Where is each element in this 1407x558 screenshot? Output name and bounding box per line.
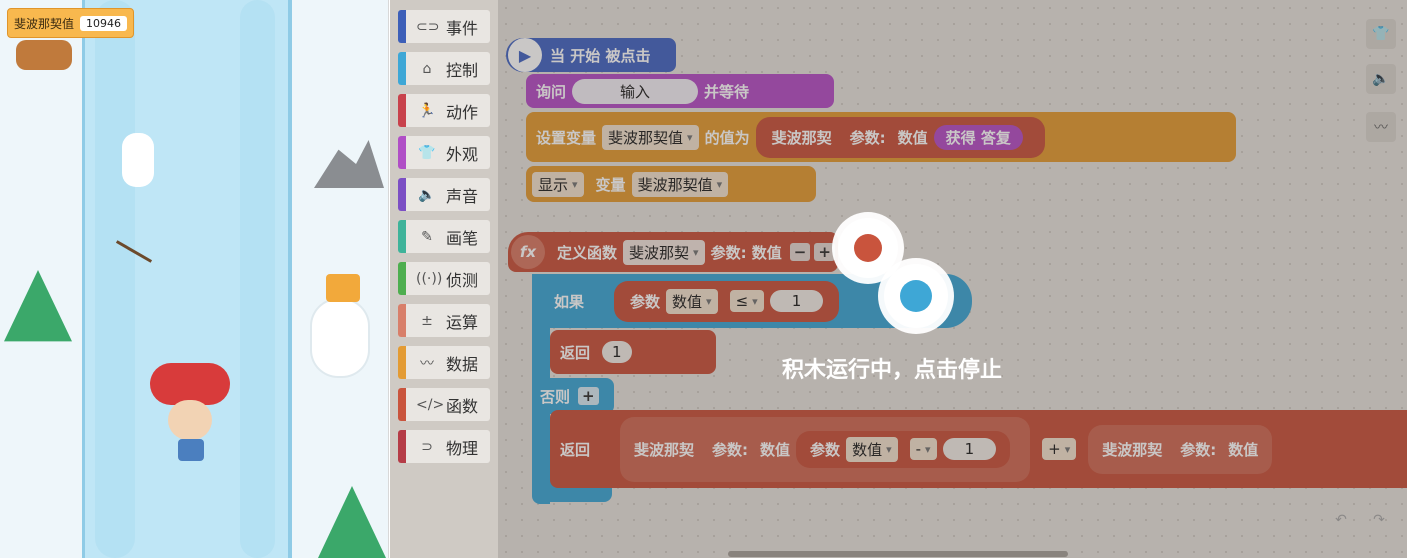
category-color-bar [398,178,406,211]
category-6[interactable]: ((·)) 侦测 [398,262,490,295]
ice-floe [122,133,154,187]
category-color-bar [398,220,406,253]
calculator-icon: ± [421,312,433,329]
category-10[interactable]: ⊃ 物理 [398,430,490,463]
code-icon: </> [416,396,445,413]
snowman [312,300,368,376]
category-color-bar [398,430,406,463]
speaker-icon: 🔈 [418,186,436,203]
skier-character [150,345,230,463]
gamepad-icon: ⌂ [422,60,432,77]
variable-monitor-name: 斐波那契值 [14,16,75,31]
variable-monitor-value: 10946 [80,15,128,31]
category-palette: ⊂⊃ 事件 ⌂ 控制 🏃 动作 👕 外观 🔈 声音 ✎ 画笔 ((·)) 侦测 ± 运算〰数据 </> 函数 ⊃ 物理 [390,0,498,558]
category-color-bar [398,94,406,127]
radar-icon: ((·)) [416,270,443,287]
category-label: 声音 [446,186,479,206]
category-label: 数据 [446,354,479,374]
category-3[interactable]: 👕 外观 [398,136,490,169]
category-label: 动作 [446,102,479,122]
shirt-icon: 👕 [418,144,436,161]
log [16,40,72,70]
ice-stripe [240,0,275,558]
category-8[interactable]: 〰数据 [398,346,490,379]
category-4[interactable]: 🔈 声音 [398,178,490,211]
category-color-bar [398,346,406,379]
magnet-icon: ⊃ [421,438,433,455]
category-1[interactable]: ⌂ 控制 [398,52,490,85]
category-color-bar [398,388,406,421]
category-label: 运算 [446,312,479,332]
bucket-hat [326,274,360,302]
category-color-bar [398,136,406,169]
pencil-icon: ✎ [421,228,433,245]
toggle-icon: ⊂⊃ [416,18,440,35]
chart-line-icon: 〰 [420,355,434,372]
variable-monitor: 斐波那契值 10946 [7,8,135,38]
category-0[interactable]: ⊂⊃ 事件 [398,10,490,43]
ice-stripe [95,0,135,558]
category-label: 控制 [446,60,479,80]
category-2[interactable]: 🏃 动作 [398,94,490,127]
running-person-icon: 🏃 [418,102,436,119]
category-label: 物理 [446,438,479,458]
gear-icon [884,264,948,328]
category-color-bar [398,10,406,43]
category-color-bar [398,304,406,337]
category-label: 函数 [446,396,479,416]
category-5[interactable]: ✎ 画笔 [398,220,490,253]
category-label: 画笔 [446,228,479,248]
gear-icon [838,218,898,278]
category-color-bar [398,262,406,295]
stage[interactable]: 斐波那契值 10946 [0,0,389,558]
category-7[interactable]: ± 运算 [398,304,490,337]
running-overlay[interactable] [498,0,1407,558]
category-label: 事件 [446,18,479,38]
category-9[interactable]: </> 函数 [398,388,490,421]
running-message[interactable]: 积木运行中，点击停止 [782,352,1002,384]
category-label: 外观 [446,144,479,164]
category-color-bar [398,52,406,85]
category-label: 侦测 [446,270,479,290]
